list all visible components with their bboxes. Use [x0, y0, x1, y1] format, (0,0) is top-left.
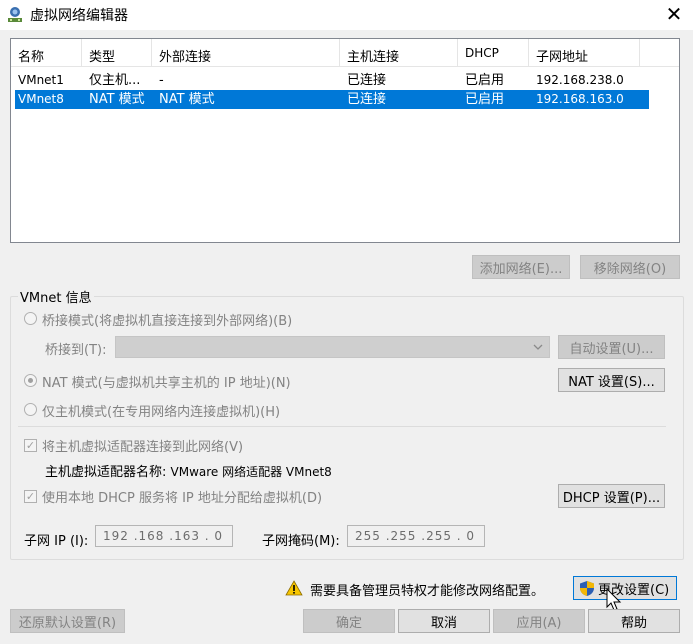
shield-icon — [580, 580, 594, 596]
restore-defaults-button[interactable]: 还原默认设置(R) — [10, 609, 125, 633]
connect-adapter-label: 将主机虚拟适配器连接到此网络(V) — [42, 440, 244, 455]
cell-host: 已连接 — [347, 73, 387, 88]
help-button[interactable]: 帮助 — [588, 609, 680, 633]
use-dhcp-checkbox[interactable]: ✓ — [24, 490, 37, 503]
nat-settings-button[interactable]: NAT 设置(S)... — [558, 368, 665, 392]
column-header-type[interactable]: 类型 — [82, 39, 152, 66]
cell-name: VMnet8 — [18, 92, 64, 106]
host-only-mode-radio[interactable] — [24, 403, 37, 416]
vmnet-info-label: VMnet 信息 — [18, 287, 94, 306]
admin-warning-text: 需要具备管理员特权才能修改网络配置。 — [310, 584, 545, 599]
bridged-mode-radio[interactable] — [24, 312, 37, 325]
close-button[interactable]: ✕ — [656, 0, 692, 28]
cell-type: NAT 模式 — [89, 92, 145, 107]
remove-network-button[interactable]: 移除网络(O) — [580, 255, 680, 279]
subnet-ip-label: 子网 IP (I): — [24, 534, 89, 549]
adapter-name-line: 主机虚拟适配器名称: VMware 网络适配器 VMnet8 — [45, 461, 332, 480]
cell-subnet: 192.168.238.0 — [536, 73, 624, 87]
chevron-down-icon — [533, 344, 543, 350]
column-header-host[interactable]: 主机连接 — [340, 39, 458, 66]
column-header-name[interactable]: 名称 — [11, 39, 82, 66]
cell-dhcp: 已启用 — [465, 92, 505, 107]
cell-external: NAT 模式 — [159, 92, 215, 107]
nat-mode-label: NAT 模式(与虚拟机共享主机的 IP 地址)(N) — [42, 376, 291, 391]
divider — [18, 426, 666, 427]
ok-button[interactable]: 确定 — [303, 609, 395, 633]
network-editor-icon — [8, 7, 22, 22]
column-header-subnet[interactable]: 子网地址 — [529, 39, 640, 66]
host-only-mode-label: 仅主机模式(在专用网络内连接虚拟机)(H) — [42, 405, 281, 420]
nat-mode-radio[interactable] — [24, 374, 37, 387]
subnet-ip-input[interactable]: 192 .168 .163 . 0 — [95, 525, 233, 547]
subnet-mask-label: 子网掩码(M): — [262, 534, 340, 549]
adapter-name-value: VMware 网络适配器 VMnet8 — [170, 465, 332, 479]
warning-icon — [285, 580, 303, 596]
add-network-button[interactable]: 添加网络(E)... — [472, 255, 570, 279]
table-row[interactable]: VMnet1 仅主机... - 已连接 已启用 192.168.238.0 — [15, 71, 649, 90]
column-header-dhcp[interactable]: DHCP — [458, 39, 529, 66]
cell-subnet: 192.168.163.0 — [536, 92, 624, 106]
table-header: 名称 类型 外部连接 主机连接 DHCP 子网地址 — [11, 39, 679, 67]
cell-host: 已连接 — [347, 92, 387, 107]
connect-adapter-checkbox[interactable]: ✓ — [24, 439, 37, 452]
bridged-mode-label: 桥接模式(将虚拟机直接连接到外部网络)(B) — [42, 314, 293, 329]
cell-type: 仅主机... — [89, 73, 141, 88]
change-settings-button[interactable]: 更改设置(C) — [573, 576, 677, 600]
auto-settings-button[interactable]: 自动设置(U)... — [558, 335, 665, 359]
cancel-button[interactable]: 取消 — [398, 609, 490, 633]
apply-button[interactable]: 应用(A) — [493, 609, 585, 633]
cell-name: VMnet1 — [18, 73, 64, 87]
cell-external: - — [159, 73, 164, 88]
title-bar: 虚拟网络编辑器 ✕ — [0, 0, 693, 30]
cell-dhcp: 已启用 — [465, 73, 505, 88]
bridged-to-dropdown[interactable] — [115, 336, 550, 358]
table-row-selected[interactable]: VMnet8 NAT 模式 NAT 模式 已连接 已启用 192.168.163… — [15, 90, 649, 109]
subnet-mask-input[interactable]: 255 .255 .255 . 0 — [347, 525, 485, 547]
column-header-external[interactable]: 外部连接 — [152, 39, 340, 66]
adapter-name-label: 主机虚拟适配器名称: — [45, 465, 171, 480]
bridged-to-label: 桥接到(T): — [45, 343, 107, 358]
dhcp-settings-button[interactable]: DHCP 设置(P)... — [558, 484, 665, 508]
window-title: 虚拟网络编辑器 — [30, 8, 128, 24]
close-icon: ✕ — [665, 2, 683, 26]
network-table[interactable]: 名称 类型 外部连接 主机连接 DHCP 子网地址 VMnet1 仅主机... … — [10, 38, 680, 243]
use-dhcp-label: 使用本地 DHCP 服务将 IP 地址分配给虚拟机(D) — [42, 491, 323, 506]
